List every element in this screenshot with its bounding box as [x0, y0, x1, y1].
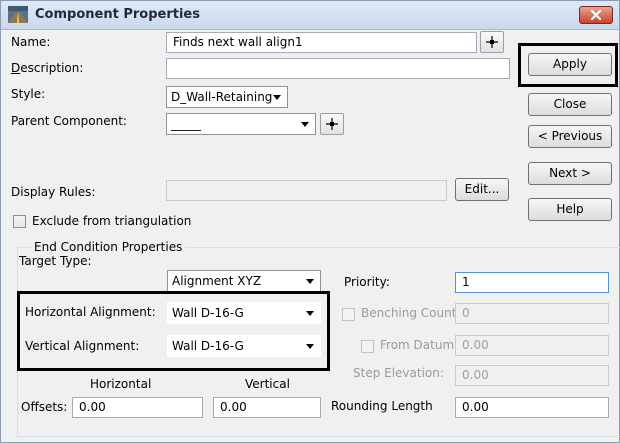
- step-elevation-label: Step Elevation:: [353, 366, 444, 380]
- help-button[interactable]: Help: [528, 198, 612, 221]
- benching-count-label: Benching Count:: [361, 306, 461, 320]
- chevron-down-icon: [306, 279, 314, 284]
- exclude-from-triangulation-checkbox[interactable]: [13, 215, 26, 228]
- parent-component-label: Parent Component:: [11, 114, 127, 128]
- crosshair-icon: [486, 36, 498, 48]
- offsets-label: Offsets:: [21, 400, 68, 414]
- style-label: Style:: [11, 87, 46, 101]
- rounding-length-input[interactable]: 0.00: [455, 397, 609, 418]
- title-bar: Component Properties: [1, 1, 619, 30]
- target-type-label: Target Type:: [19, 254, 92, 268]
- parent-component-value: _____: [171, 117, 201, 131]
- offsets-vertical-header: Vertical: [245, 377, 290, 391]
- close-icon: [590, 10, 602, 20]
- next-button[interactable]: Next >: [528, 162, 612, 185]
- chevron-down-icon: [273, 95, 281, 100]
- previous-button[interactable]: < Previous: [528, 125, 612, 148]
- road-template-icon: [8, 6, 28, 23]
- crosshair-icon: [326, 118, 338, 130]
- rounding-length-label: Rounding Length: [331, 399, 433, 413]
- description-label: Description:: [11, 61, 84, 75]
- style-select[interactable]: D_Wall-Retaining: [166, 86, 288, 108]
- parent-component-select[interactable]: _____: [166, 113, 316, 135]
- name-label: Name:: [11, 35, 51, 49]
- apply-highlight-box: [518, 43, 618, 87]
- priority-input[interactable]: 1: [455, 272, 609, 293]
- display-rules-label: Display Rules:: [11, 185, 96, 199]
- offset-vertical-input[interactable]: 0.00: [213, 397, 321, 418]
- chevron-down-icon: [301, 122, 309, 127]
- benching-count-checkbox[interactable]: [342, 308, 355, 321]
- benching-count-input: 0: [455, 303, 609, 324]
- priority-label: Priority:: [344, 275, 390, 289]
- edit-display-rules-button[interactable]: Edit...: [455, 178, 509, 201]
- step-elevation-input: 0.00: [455, 365, 609, 386]
- style-select-value: D_Wall-Retaining: [171, 90, 273, 104]
- from-datum-checkbox[interactable]: [361, 340, 374, 353]
- exclude-from-triangulation-label: Exclude from triangulation: [32, 214, 192, 228]
- from-datum-label: From Datum:: [380, 338, 459, 352]
- name-input[interactable]: Finds next wall align1: [166, 32, 477, 53]
- from-datum-input: 0.00: [455, 335, 609, 356]
- description-input[interactable]: [166, 58, 510, 79]
- end-condition-group-label: End Condition Properties: [31, 240, 186, 254]
- close-button[interactable]: Close: [528, 93, 612, 116]
- target-type-select[interactable]: Alignment XYZ: [167, 270, 321, 292]
- target-type-value: Alignment XYZ: [172, 274, 262, 288]
- offset-horizontal-input[interactable]: 0.00: [72, 397, 203, 418]
- window-close-button[interactable]: [579, 6, 613, 24]
- parent-component-pick-button[interactable]: [320, 113, 344, 135]
- offsets-horizontal-header: Horizontal: [90, 377, 152, 391]
- window-title: Component Properties: [35, 7, 200, 22]
- alignment-highlight-box: [17, 291, 330, 371]
- name-pick-button[interactable]: [480, 31, 504, 53]
- component-properties-dialog: Component Properties Name: Finds next wa…: [0, 0, 620, 443]
- display-rules-input: [166, 180, 447, 201]
